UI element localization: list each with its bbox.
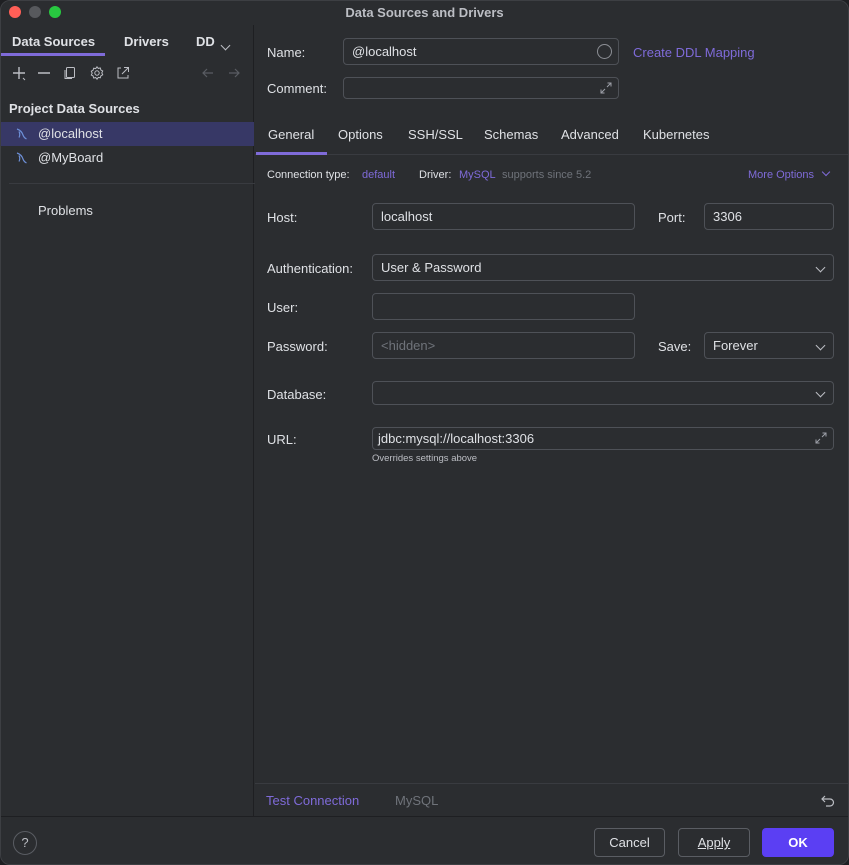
data-source-label: @localhost	[38, 126, 103, 141]
driver-value[interactable]: MySQL	[459, 169, 496, 181]
settings-tabs: General Options SSH/SSL Schemas Advanced…	[255, 121, 848, 155]
apply-button-label: Apply	[697, 835, 731, 850]
driver-status: MySQL	[395, 793, 439, 808]
chevron-down-icon	[815, 340, 826, 351]
tab-general[interactable]: General	[255, 127, 328, 155]
tab-ddl[interactable]: DD	[196, 34, 215, 49]
main-panel: Name: @localhost Create DDL Mapping Comm…	[255, 25, 848, 783]
tab-options[interactable]: Options	[338, 127, 383, 142]
title-bar: Data Sources and Drivers	[1, 1, 848, 25]
problems-item[interactable]: Problems	[38, 203, 93, 218]
authentication-select[interactable]: User & Password	[372, 254, 834, 281]
driver-note: supports since 5.2	[502, 169, 592, 181]
save-label: Save:	[658, 339, 692, 354]
mysql-dolphin-icon	[14, 150, 30, 166]
url-label: URL:	[267, 432, 297, 447]
color-picker-icon[interactable]	[597, 44, 612, 59]
save-select[interactable]: Forever	[704, 332, 834, 359]
connection-type-label: Connection type:	[267, 169, 350, 181]
sidebar-divider	[9, 183, 266, 184]
host-input[interactable]: localhost	[372, 203, 635, 230]
data-source-item[interactable]: @localhost	[1, 122, 254, 146]
connection-footer: Test Connection MySQL	[255, 783, 848, 816]
user-input[interactable]	[372, 293, 635, 320]
authentication-label: Authentication:	[267, 261, 354, 276]
url-input-value: jdbc:mysql://localhost:3306	[378, 431, 535, 446]
user-label: User:	[267, 300, 299, 315]
port-input-value: 3306	[713, 209, 742, 224]
comment-label: Comment:	[267, 81, 327, 96]
driver-label: Driver:	[419, 169, 452, 181]
dialog-window: Data Sources and Drivers Data Sources Dr…	[0, 0, 849, 865]
project-data-sources-heading: Project Data Sources	[9, 101, 140, 116]
expand-icon[interactable]	[599, 81, 613, 95]
tab-drivers[interactable]: Drivers	[124, 34, 169, 49]
authentication-select-value: User & Password	[381, 260, 482, 275]
more-options-link[interactable]: More Options	[748, 167, 831, 181]
settings-icon[interactable]	[89, 65, 105, 81]
chevron-down-icon	[821, 167, 831, 177]
undo-icon[interactable]	[820, 793, 836, 809]
add-icon[interactable]	[11, 65, 27, 81]
name-input-value: @localhost	[352, 44, 417, 59]
host-input-value: localhost	[381, 209, 433, 224]
more-options-label: More Options	[748, 169, 815, 181]
ok-button[interactable]: OK	[762, 828, 834, 857]
tab-advanced[interactable]: Advanced	[561, 127, 619, 142]
tab-kubernetes[interactable]: Kubernetes	[643, 127, 710, 142]
port-label: Port:	[658, 210, 686, 225]
chevron-down-icon	[815, 262, 826, 273]
create-ddl-mapping-link[interactable]: Create DDL Mapping	[633, 45, 755, 60]
back-arrow-icon[interactable]	[200, 65, 216, 81]
help-button[interactable]: ?	[13, 831, 37, 855]
save-select-value: Forever	[713, 338, 758, 353]
url-input[interactable]: jdbc:mysql://localhost:3306	[372, 427, 834, 450]
open-external-icon[interactable]	[115, 65, 131, 81]
comment-input[interactable]	[343, 77, 619, 99]
password-placeholder: <hidden>	[381, 338, 436, 353]
data-source-item[interactable]: @MyBoard	[1, 146, 254, 170]
port-input[interactable]: 3306	[704, 203, 834, 230]
apply-button[interactable]: Apply	[678, 828, 750, 857]
tab-ssh-ssl[interactable]: SSH/SSL	[408, 127, 463, 142]
database-label: Database:	[267, 387, 327, 402]
url-hint: Overrides settings above	[372, 453, 478, 464]
chevron-down-icon[interactable]	[220, 40, 231, 51]
tab-data-sources[interactable]: Data Sources	[1, 34, 106, 56]
host-label: Host:	[267, 210, 298, 225]
password-label: Password:	[267, 339, 328, 354]
sidebar: Data Sources Drivers DD Project Data Sou…	[1, 25, 266, 816]
chevron-down-icon	[815, 387, 826, 398]
name-input[interactable]: @localhost	[343, 38, 619, 65]
tab-schemas[interactable]: Schemas	[484, 127, 538, 142]
password-input[interactable]: <hidden>	[372, 332, 635, 359]
dialog-footer: ? Cancel Apply OK	[1, 816, 848, 864]
window-title: Data Sources and Drivers	[345, 5, 504, 20]
data-source-label: @MyBoard	[38, 150, 104, 165]
database-input[interactable]	[372, 381, 834, 405]
sidebar-tabs: Data Sources Drivers DD	[1, 31, 254, 56]
cancel-button[interactable]: Cancel	[594, 828, 665, 857]
duplicate-icon[interactable]	[62, 65, 78, 81]
connection-type-value[interactable]: default	[362, 169, 395, 181]
sidebar-toolbar	[1, 61, 254, 85]
forward-arrow-icon[interactable]	[226, 65, 242, 81]
remove-icon[interactable]	[36, 65, 52, 81]
expand-icon[interactable]	[814, 431, 828, 445]
test-connection-link[interactable]: Test Connection	[266, 793, 359, 808]
mysql-dolphin-icon	[14, 126, 30, 142]
name-label: Name:	[267, 45, 306, 60]
